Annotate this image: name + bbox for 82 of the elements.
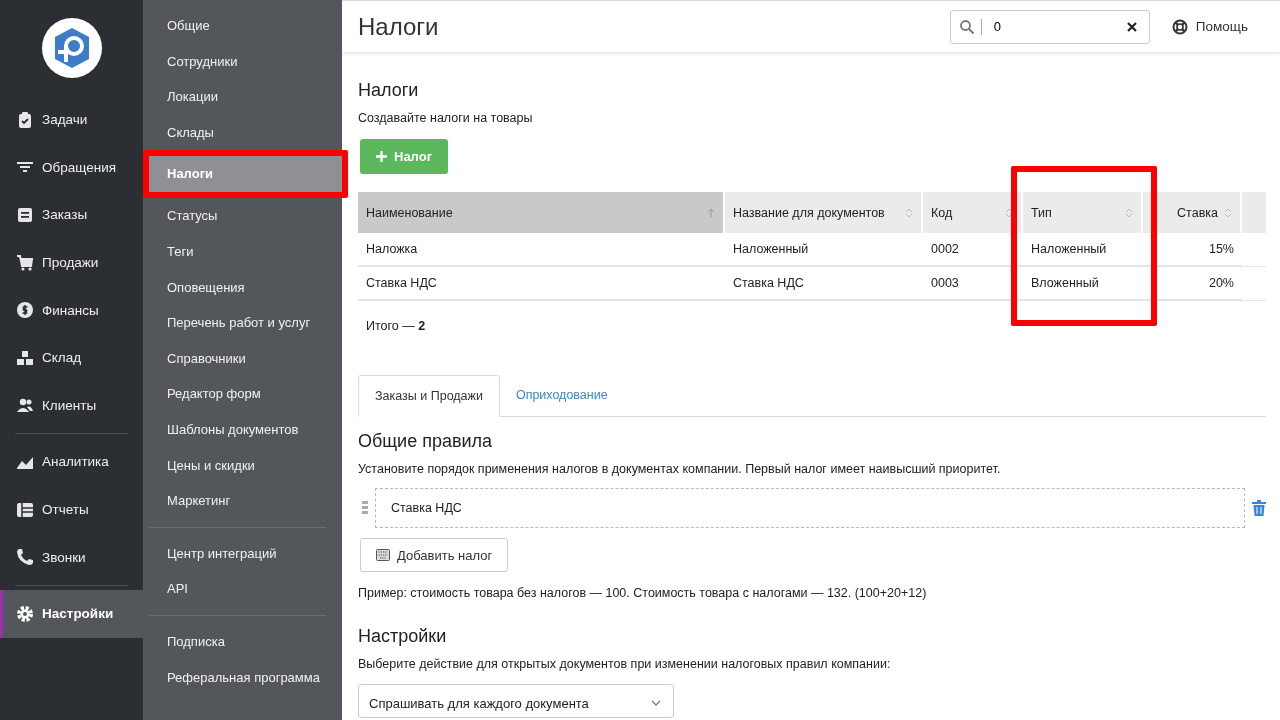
settings-nav-item[interactable]: Склады: [143, 114, 342, 151]
logo-icon: [41, 18, 102, 78]
table-cell: 20%: [1143, 267, 1242, 300]
tab[interactable]: Оприходование: [499, 375, 624, 415]
settings-nav-item[interactable]: Локации: [143, 79, 342, 115]
keyboard-icon: [376, 549, 390, 561]
nav-item[interactable]: Склад: [0, 333, 143, 382]
column-header[interactable]: Наименование: [358, 192, 725, 233]
table-cell: 15%: [1143, 233, 1242, 266]
example-text: Пример: стоимость товара без налогов — 100. Стоимость товара с налогами — 132. (100+20+12): [358, 586, 928, 600]
table-cell: Ставка НДС: [358, 267, 725, 300]
nav-item[interactable]: Звонки: [0, 533, 143, 581]
nav-item[interactable]: Клиенты: [0, 381, 143, 430]
settings-nav-item[interactable]: Подписка: [143, 623, 342, 660]
action-select[interactable]: Спрашивать для каждого документа: [358, 684, 674, 718]
column-header[interactable]: Код: [923, 192, 1023, 233]
total-count: Итого — 2: [365, 318, 427, 333]
nav-item[interactable]: Обращения: [0, 143, 143, 192]
clear-icon[interactable]: [1126, 21, 1137, 32]
phone-icon: [16, 548, 34, 567]
section-subtitle: Создавайте налоги на товары: [358, 111, 534, 125]
nav-item[interactable]: Настройки: [0, 589, 143, 638]
settings-nav-item[interactable]: Сотрудники: [143, 43, 342, 80]
table-cell: 0003: [923, 267, 1023, 300]
settings-nav-item[interactable]: Маркетинг: [143, 483, 342, 519]
cart-icon: [16, 253, 34, 272]
nav-item[interactable]: Продажи: [0, 238, 143, 287]
lifebuoy-icon: [1171, 18, 1188, 35]
sort-icon: [905, 207, 913, 218]
settings-nav-item[interactable]: Теги: [143, 233, 342, 270]
search-field[interactable]: 0: [949, 9, 1150, 44]
help-link[interactable]: Помощь: [1171, 18, 1248, 35]
page-title: Налоги: [358, 12, 440, 41]
table-cell: Ставка НДС: [725, 267, 923, 300]
settings-nav-item[interactable]: Реферальная программа: [143, 659, 342, 696]
table-cell: 0002: [923, 233, 1023, 266]
table-cell: Наложенный: [725, 233, 923, 266]
sort-icon: [1005, 207, 1013, 218]
settings-icon: [16, 604, 34, 623]
tax-rule-item[interactable]: Ставка НДС: [375, 488, 1245, 528]
settings-nav-item[interactable]: Справочники: [143, 340, 342, 377]
boxes-icon: [16, 348, 34, 367]
settings-nav-item[interactable]: API: [143, 571, 342, 607]
column-header[interactable]: Тип: [1023, 192, 1143, 233]
settings-nav-item[interactable]: Цены и скидки: [143, 447, 342, 484]
settings-nav-item[interactable]: Статусы: [143, 198, 342, 234]
nav-item[interactable]: Задачи: [0, 96, 143, 144]
nav-item[interactable]: Заказы: [0, 191, 143, 239]
search-icon: [958, 18, 975, 35]
sort-icon: [1224, 207, 1232, 218]
sort-icon: [1125, 207, 1133, 218]
section-title: Общие правила: [358, 431, 494, 452]
drag-handle-icon[interactable]: [362, 501, 368, 515]
table-cell: Вложенный: [1023, 267, 1143, 300]
settings-nav-item[interactable]: Центр интеграций: [143, 535, 342, 572]
nav-item[interactable]: Финансы: [0, 286, 143, 334]
column-header[interactable]: Ставка: [1143, 192, 1242, 233]
trash-icon[interactable]: [1252, 500, 1266, 516]
nav-item[interactable]: Аналитика: [0, 438, 143, 486]
settings-nav-item[interactable]: Редактор форм: [143, 376, 342, 412]
add-tax-rule-button[interactable]: Добавить налог: [360, 538, 509, 572]
table-cell: Наложенный: [1023, 233, 1143, 266]
chevron-down-icon: [651, 700, 661, 706]
section-title: Настройки: [358, 626, 448, 647]
plus-icon: [376, 151, 387, 162]
dollar-icon: [16, 301, 34, 320]
section-title: Налоги: [358, 80, 420, 101]
people-icon: [16, 396, 34, 415]
inbox-icon: [16, 206, 34, 224]
section-description: Выберите действие для открытых документов при изменении налоговых правил компании:: [358, 657, 892, 671]
clipboard-icon: [16, 110, 34, 129]
settings-nav-item[interactable]: Перечень работ и услуг: [143, 305, 342, 341]
tab[interactable]: Заказы и Продажи: [358, 375, 500, 417]
table-cell: Наложка: [358, 233, 725, 266]
nav-item[interactable]: Отчеты: [0, 485, 143, 534]
settings-nav-item[interactable]: Шаблоны документов: [143, 411, 342, 448]
sort-up-icon: [707, 207, 715, 218]
column-header[interactable]: Название для документов: [725, 192, 923, 233]
settings-nav-item[interactable]: Общие: [143, 8, 342, 44]
section-description: Установите порядок применения налогов в документах компании. Первый налог имеет наивысший приоритет.: [358, 462, 1002, 476]
settings-nav-item[interactable]: Оповещения: [143, 269, 342, 306]
table-icon: [16, 500, 34, 519]
